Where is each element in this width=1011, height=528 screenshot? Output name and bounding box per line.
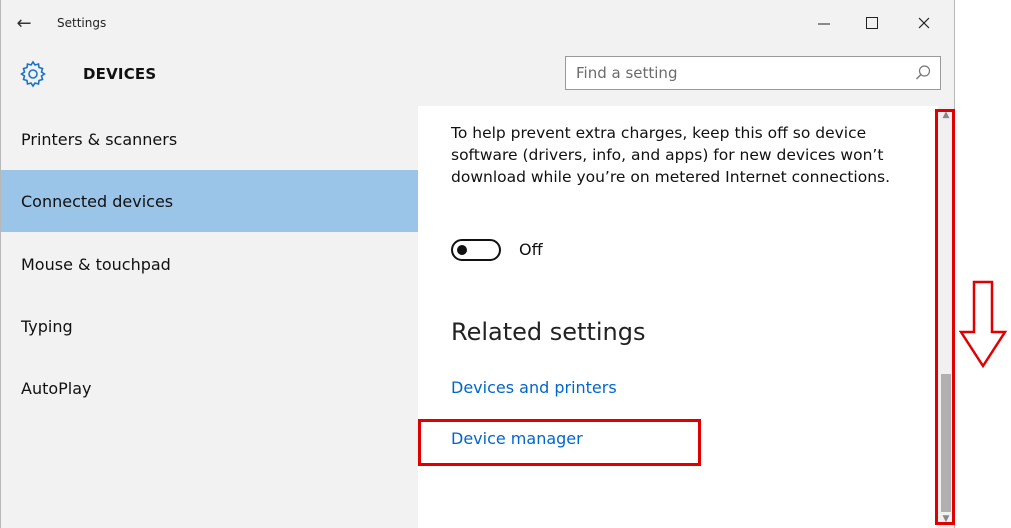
down-arrow-annotation-icon	[958, 280, 1008, 369]
sidebar-item-label: Mouse & touchpad	[21, 254, 171, 274]
sidebar-item-printers-scanners[interactable]: Printers & scanners	[1, 108, 418, 170]
sidebar-item-label: AutoPlay	[21, 378, 92, 398]
close-button[interactable]	[901, 6, 947, 40]
sidebar-item-connected-devices[interactable]: Connected devices	[1, 170, 418, 232]
device-manager-highlight-box	[418, 419, 701, 466]
search-icon[interactable]	[914, 64, 932, 82]
metered-download-description: To help prevent extra charges, keep this…	[451, 124, 891, 186]
search-input[interactable]	[566, 57, 926, 89]
toggle-knob	[457, 245, 467, 255]
devices-and-printers-link[interactable]: Devices and printers	[451, 378, 617, 397]
minimize-icon	[818, 23, 830, 25]
back-button[interactable]: ←	[11, 10, 37, 36]
sidebar-item-label: Printers & scanners	[21, 129, 178, 149]
screenshot-root: ← Settings DEVICES Find a setting Printe…	[0, 0, 1011, 528]
window-title: Settings	[57, 16, 107, 30]
toggle-state-label: Off	[519, 240, 543, 259]
page-header: DEVICES	[1, 44, 954, 106]
related-settings-heading: Related settings	[451, 318, 646, 346]
gear-icon	[20, 60, 46, 88]
sidebar-item-label: Connected devices	[21, 191, 174, 211]
metered-download-toggle[interactable]	[451, 239, 501, 261]
sidebar-item-typing[interactable]: Typing	[1, 295, 418, 357]
maximize-icon	[866, 17, 878, 29]
section-title: DEVICES	[83, 65, 157, 83]
sidebar-item-autoplay[interactable]: AutoPlay	[1, 357, 418, 419]
sidebar-nav: Printers & scanners Connected devices Mo…	[1, 106, 418, 528]
scrollbar-highlight-box	[935, 109, 955, 525]
back-arrow-icon: ←	[16, 12, 32, 34]
sidebar-item-mouse-touchpad[interactable]: Mouse & touchpad	[1, 233, 418, 295]
close-icon	[918, 17, 930, 29]
maximize-button[interactable]	[849, 6, 895, 40]
sidebar-item-label: Typing	[21, 316, 73, 336]
title-bar: ← Settings	[1, 0, 954, 44]
minimize-button[interactable]	[801, 6, 847, 40]
search-box[interactable]	[565, 56, 941, 90]
